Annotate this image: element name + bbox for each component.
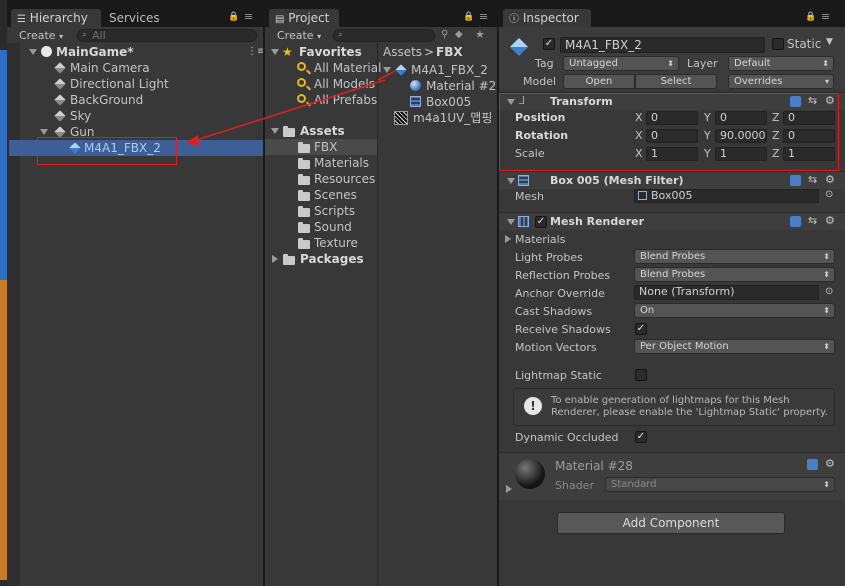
annotation-arrow xyxy=(189,79,386,143)
annotation-arrowhead xyxy=(186,135,199,146)
annotation-arrows xyxy=(186,70,396,146)
annotation-arrow xyxy=(377,70,396,81)
